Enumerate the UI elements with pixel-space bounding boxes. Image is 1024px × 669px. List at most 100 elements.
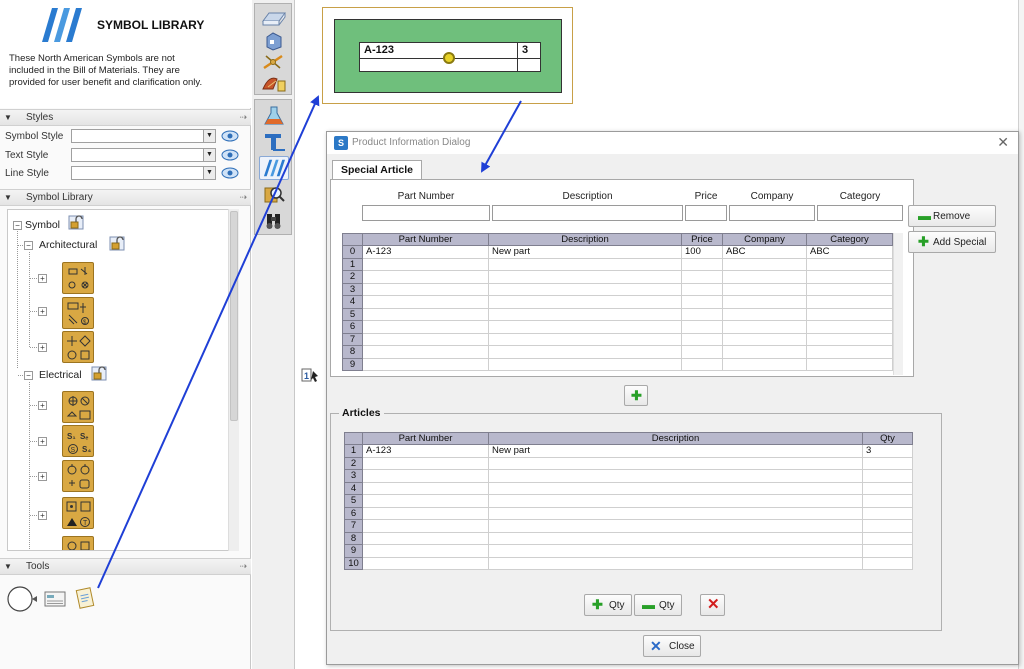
pin-icon[interactable]: ⇢ [239, 192, 247, 203]
row-header[interactable]: 2 [344, 456, 363, 470]
row-header[interactable]: 7 [342, 332, 363, 346]
row-header[interactable]: 6 [344, 506, 363, 520]
view-tab-icon[interactable]: 1 [296, 365, 326, 385]
table-cell[interactable]: 100 [681, 245, 723, 259]
column-header[interactable]: Qty [862, 432, 913, 445]
table-cell[interactable] [362, 332, 489, 346]
column-header[interactable]: Category [806, 233, 893, 246]
table-cell[interactable] [806, 332, 893, 346]
tree-scrollbar[interactable] [228, 209, 239, 551]
table-cell[interactable] [362, 456, 489, 470]
table-cell[interactable] [806, 320, 893, 334]
style-picker-icon[interactable] [221, 128, 239, 143]
table-cell[interactable] [362, 257, 489, 271]
tree-expand-icon[interactable]: + [38, 307, 47, 316]
table-cell[interactable] [488, 307, 682, 321]
table-cell[interactable] [488, 282, 682, 296]
pin-icon[interactable]: ⇢ [239, 112, 247, 123]
table-row[interactable]: 3 [342, 282, 893, 296]
tools-section-header[interactable]: ▼ Tools ⇢ [0, 558, 251, 575]
table-row[interactable]: 1 A-123 New part 3 [344, 444, 913, 458]
symbol-tile[interactable] [62, 391, 94, 423]
close-icon[interactable]: ✕ [997, 134, 1009, 151]
table-cell[interactable] [362, 282, 489, 296]
table-cell[interactable] [806, 270, 893, 284]
circle-pointer-tool-icon[interactable] [5, 584, 37, 614]
pin-icon[interactable]: ⇢ [239, 561, 247, 572]
table-row[interactable]: 5 [344, 494, 913, 508]
column-header[interactable]: Part Number [362, 432, 489, 445]
table-row[interactable]: 4 [342, 295, 893, 309]
row-header[interactable]: 4 [342, 295, 363, 309]
symbol-tile[interactable]: S₁ Sₑ S S₄ [62, 425, 94, 457]
column-header[interactable]: Price [681, 233, 723, 246]
table-cell[interactable] [722, 307, 807, 321]
table-cell[interactable] [681, 307, 723, 321]
table-cell[interactable] [722, 332, 807, 346]
table-cell[interactable] [681, 282, 723, 296]
product-info-tool-icon[interactable] [44, 590, 66, 608]
add-to-articles-button[interactable]: ✚ [624, 385, 648, 406]
symbol-tile[interactable] [62, 262, 94, 294]
table-cell[interactable] [488, 332, 682, 346]
table-cell[interactable] [806, 345, 893, 359]
inspect-tool-icon[interactable] [259, 182, 289, 206]
table-row[interactable]: 9 [342, 357, 893, 371]
table-cell[interactable] [722, 357, 807, 371]
remove-qty-button[interactable]: ▬ Qty [634, 594, 682, 616]
corner-cell[interactable] [342, 233, 363, 246]
table-row[interactable]: 8 [342, 345, 893, 359]
table-cell[interactable] [806, 282, 893, 296]
row-header[interactable]: 3 [342, 282, 363, 296]
symbol-tile[interactable] [62, 536, 94, 550]
table-cell[interactable] [488, 469, 863, 483]
table-cell[interactable] [862, 456, 913, 470]
text-tool-icon[interactable] [259, 130, 289, 154]
symbol-tile[interactable] [62, 460, 94, 492]
table-cell[interactable] [681, 320, 723, 334]
unlock-icon[interactable] [68, 215, 84, 230]
row-header[interactable]: 9 [344, 544, 363, 558]
row-header[interactable]: 5 [344, 494, 363, 508]
table-row[interactable]: 8 [344, 531, 913, 545]
dropdown-arrow-icon[interactable]: ▼ [203, 149, 215, 161]
table-cell[interactable] [488, 295, 682, 309]
style-picker-icon[interactable] [221, 165, 239, 180]
table-cell[interactable] [862, 544, 913, 558]
table-row[interactable]: 2 [342, 270, 893, 284]
table-cell[interactable] [362, 469, 489, 483]
material-tool-icon[interactable] [259, 72, 289, 96]
symbol-tile[interactable]: $ [62, 297, 94, 329]
table-cell[interactable] [681, 295, 723, 309]
row-header[interactable]: 4 [344, 481, 363, 495]
table-cell[interactable] [862, 494, 913, 508]
dropdown-arrow-icon[interactable]: ▼ [203, 167, 215, 179]
tree-expand-icon[interactable]: + [38, 401, 47, 410]
table-cell[interactable] [362, 506, 489, 520]
table-row[interactable]: 0 A-123 New part 100 ABC ABC [342, 245, 893, 259]
table-cell[interactable] [488, 506, 863, 520]
table-row[interactable]: 9 [344, 544, 913, 558]
row-header[interactable]: 2 [342, 270, 363, 284]
tree-category-electrical[interactable]: Electrical [39, 369, 82, 381]
row-header[interactable]: 6 [342, 320, 363, 334]
table-cell[interactable] [362, 295, 489, 309]
table-cell[interactable] [681, 257, 723, 271]
table-cell[interactable] [681, 332, 723, 346]
flask-tool-icon[interactable] [259, 104, 289, 128]
table-row[interactable]: 7 [342, 332, 893, 346]
table-cell[interactable] [681, 357, 723, 371]
table-cell[interactable]: 3 [862, 444, 913, 458]
row-header[interactable]: 8 [342, 345, 363, 359]
table-cell[interactable]: New part [488, 245, 682, 259]
table-cell[interactable] [362, 307, 489, 321]
table-cell[interactable] [862, 469, 913, 483]
grip-point-icon[interactable] [443, 52, 455, 64]
table-scrollbar[interactable] [893, 233, 903, 375]
table-cell[interactable] [488, 544, 863, 558]
table-cell[interactable] [488, 270, 682, 284]
close-button[interactable]: ✕ Close [643, 635, 701, 657]
table-cell[interactable] [362, 531, 489, 545]
symbol-tile[interactable]: T [62, 497, 94, 529]
table-cell[interactable] [488, 531, 863, 545]
